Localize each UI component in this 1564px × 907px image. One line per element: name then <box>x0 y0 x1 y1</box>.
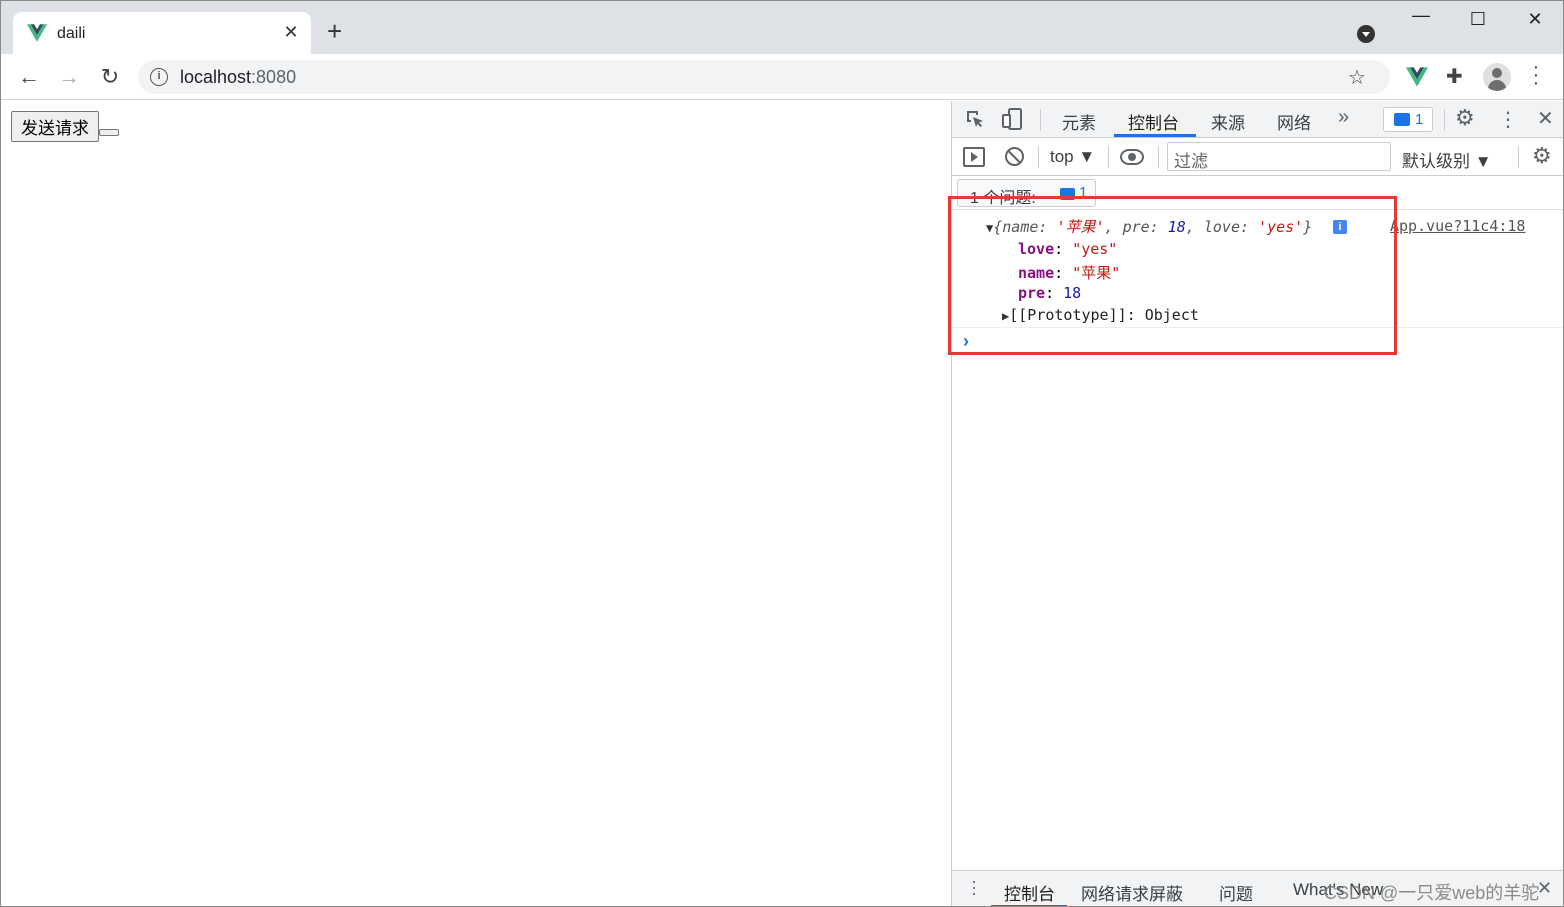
devtools-menu-icon[interactable]: ⋮ <box>1498 107 1518 132</box>
send-request-button[interactable]: 发送请求 <box>11 111 99 142</box>
reload-icon[interactable]: ↻ <box>96 64 124 90</box>
devtools-panel: 元素 控制台 来源 网络 » 1 ⚙ ⋮ ✕ top ▼ 过滤 默认级别 ▼ ⚙… <box>948 101 1563 906</box>
maximize-icon[interactable]: ☐ <box>1458 9 1498 30</box>
message-icon <box>1394 113 1410 126</box>
drawer-menu-icon[interactable]: · · · <box>970 872 978 902</box>
site-info-icon[interactable]: i <box>150 68 168 86</box>
page-content: 发送请求 <box>1 101 951 906</box>
separator <box>1108 146 1109 168</box>
live-expression-eye-icon[interactable] <box>1120 149 1144 165</box>
device-toolbar-icon[interactable] <box>1002 108 1022 130</box>
separator <box>1518 146 1519 168</box>
separator <box>1040 109 1041 131</box>
red-highlight-box <box>948 196 1397 355</box>
close-drawer-icon[interactable]: ✕ <box>1537 878 1552 899</box>
tab-title: daili <box>57 25 86 42</box>
separator <box>1444 109 1445 131</box>
issues-count: 1 <box>1415 111 1424 128</box>
url-host: localhost <box>180 67 252 87</box>
vue-devtools-extension-icon[interactable] <box>1406 67 1428 87</box>
extensions-icon[interactable]: ✚ <box>1446 64 1463 89</box>
log-levels-dropdown[interactable]: 默认级别 ▼ <box>1402 147 1492 172</box>
browser-tab[interactable]: daili ✕ <box>13 12 311 54</box>
tab-elements[interactable]: 元素 <box>1062 109 1096 134</box>
browser-toolbar: ← → ↻ i localhost:8080 ☆ ✚ · · · <box>1 54 1563 100</box>
separator <box>1038 146 1039 168</box>
vue-favicon-icon <box>27 24 47 42</box>
forward-icon[interactable]: → <box>55 64 83 90</box>
context-selector[interactable]: top ▼ <box>1050 147 1095 167</box>
profile-avatar-icon[interactable] <box>1483 63 1511 91</box>
back-icon[interactable]: ← <box>15 64 43 90</box>
tab-sources[interactable]: 来源 <box>1211 109 1245 134</box>
url-port: :8080 <box>251 67 297 87</box>
url-text[interactable]: localhost:8080 <box>180 67 296 88</box>
empty-button[interactable] <box>99 129 119 136</box>
tab-console[interactable]: 控制台 <box>1128 109 1179 134</box>
browser-window: daili ✕ + — ☐ ✕ ← → ↻ i localhost:8080 ☆… <box>0 0 1564 907</box>
drawer-tab-issues[interactable]: 问题 <box>1219 880 1253 905</box>
more-tabs-icon[interactable]: » <box>1338 106 1349 129</box>
issues-counter-button[interactable]: 1 <box>1383 107 1433 132</box>
tab-search-icon[interactable] <box>1357 25 1375 43</box>
tab-close-icon[interactable]: ✕ <box>281 22 301 43</box>
window-close-icon[interactable]: ✕ <box>1515 9 1555 30</box>
inspect-element-icon[interactable] <box>965 109 985 129</box>
minimize-icon[interactable]: — <box>1401 5 1441 26</box>
bookmark-star-icon[interactable]: ☆ <box>1348 65 1366 90</box>
tab-network[interactable]: 网络 <box>1277 109 1311 134</box>
active-tab-indicator <box>1114 134 1196 137</box>
console-sidebar-icon[interactable] <box>963 147 985 167</box>
tab-strip: daili ✕ + — ☐ ✕ <box>1 1 1563 54</box>
drawer-tab-console[interactable]: 控制台 <box>1004 880 1055 905</box>
address-bar[interactable]: i localhost:8080 ☆ <box>138 60 1390 94</box>
source-link[interactable]: App.vue?11c4:18 <box>1390 217 1525 235</box>
devtools-drawer: · · · 控制台 网络请求屏蔽 问题 What's New CSDN @一只爱we… <box>952 870 1563 906</box>
drawer-tab-request-blocking[interactable]: 网络请求屏蔽 <box>1081 880 1183 905</box>
close-devtools-icon[interactable]: ✕ <box>1537 106 1554 131</box>
console-toolbar: top ▼ 过滤 默认级别 ▼ ⚙ <box>952 138 1563 176</box>
separator <box>1158 146 1159 168</box>
clear-console-icon[interactable] <box>1005 147 1024 166</box>
browser-menu-icon[interactable]: · · · <box>1528 57 1544 93</box>
devtools-tab-bar: 元素 控制台 来源 网络 » 1 ⚙ ⋮ ✕ <box>952 101 1563 138</box>
new-tab-icon[interactable]: + <box>327 18 342 44</box>
console-settings-icon[interactable]: ⚙ <box>1532 143 1552 169</box>
watermark: CSDN @一只爱web的羊驼 <box>1324 883 1540 903</box>
settings-gear-icon[interactable]: ⚙ <box>1455 105 1475 131</box>
console-filter-input[interactable]: 过滤 <box>1167 142 1391 171</box>
